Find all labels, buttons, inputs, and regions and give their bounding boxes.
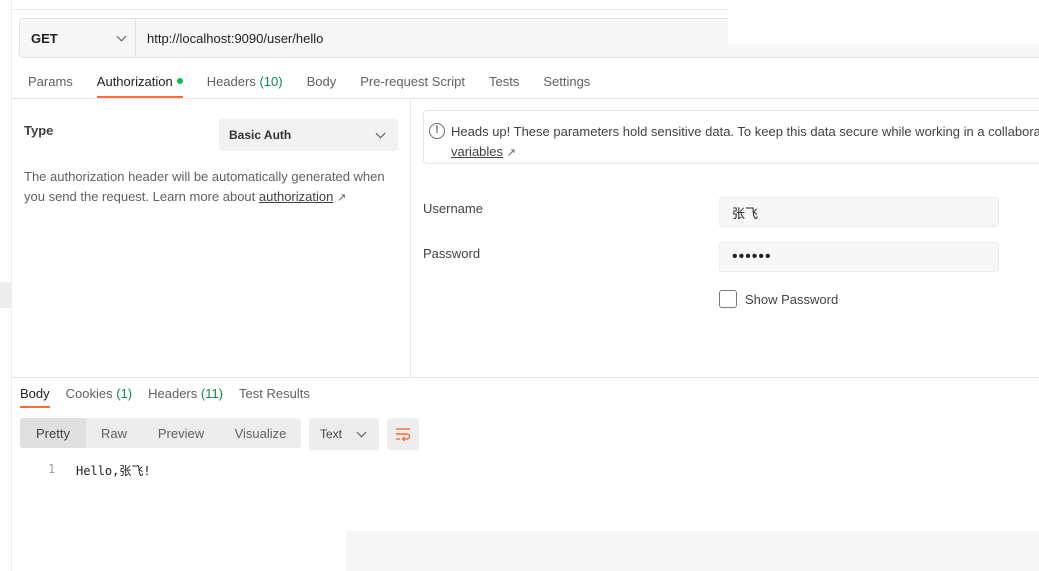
show-password-label[interactable]: Show Password	[745, 292, 838, 307]
view-raw-button[interactable]: Raw	[86, 418, 142, 448]
username-value: 张飞	[732, 205, 759, 221]
tab-label: Pre-request Script	[360, 74, 465, 89]
chevron-down-icon	[356, 427, 367, 437]
tab-label: Headers	[148, 386, 198, 401]
tab-count: (11)	[200, 386, 224, 401]
chevron-down-icon	[116, 31, 127, 41]
tab-label: Test Results	[239, 386, 310, 401]
tab-label: Headers	[206, 74, 256, 89]
view-mode-selector: Pretty Raw Preview Visualize	[20, 418, 301, 448]
auth-type-panel: Type Basic Auth The authorization header…	[12, 99, 411, 377]
tab-pre-request-script[interactable]: Pre-request Script	[360, 74, 465, 98]
username-label: Username	[423, 201, 483, 216]
tab-label: Authorization	[96, 74, 173, 89]
format-value: Text	[320, 427, 343, 441]
tab-label: Tests	[488, 74, 520, 89]
tab-cookies[interactable]: Cookies (1)	[66, 386, 132, 408]
username-field[interactable]: 张飞	[719, 197, 999, 227]
chevron-down-icon	[375, 128, 386, 138]
method-select[interactable]: GET	[20, 19, 136, 57]
tab-label: Body	[20, 386, 50, 401]
external-link-icon: ↗	[506, 147, 516, 159]
line-number: 1	[48, 462, 56, 476]
auth-description: The authorization header will be automat…	[24, 167, 394, 208]
response-body-content: Hello,张飞!	[76, 464, 151, 478]
info-icon: !	[429, 123, 445, 139]
tab-tests[interactable]: Tests	[489, 74, 519, 98]
tab-settings[interactable]: Settings	[543, 74, 590, 98]
left-sidebar-edge	[0, 0, 12, 571]
tab-headers[interactable]: Headers (10)	[207, 74, 283, 98]
tab-body[interactable]: Body	[307, 74, 337, 98]
view-pretty-button[interactable]: Pretty	[20, 418, 86, 448]
password-value: ••••••	[732, 248, 772, 265]
url-input[interactable]: http://localhost:9090/user/hello	[136, 31, 323, 46]
authorization-link[interactable]: authorization	[259, 189, 333, 204]
tab-test-results[interactable]: Test Results	[239, 386, 310, 408]
notice-text: Heads up! These parameters hold sensitiv…	[451, 122, 1039, 163]
bottom-panel	[346, 531, 1039, 571]
method-label: GET	[31, 30, 58, 46]
tab-response-body[interactable]: Body	[20, 386, 50, 408]
response-tabs: Body Cookies (1) Headers (11) Test Resul…	[20, 386, 326, 408]
send-area-overlay	[728, 7, 1039, 44]
wrap-lines-button[interactable]	[387, 418, 419, 450]
response-divider	[12, 377, 1039, 378]
tab-label: Params	[28, 74, 73, 89]
tab-response-headers[interactable]: Headers (11)	[148, 386, 223, 408]
sensitive-data-notice: ! Heads up! These parameters hold sensit…	[423, 110, 1039, 164]
external-link-icon: ↗	[336, 192, 347, 204]
tab-params[interactable]: Params	[28, 74, 73, 98]
notice-message: Heads up! These parameters hold sensitiv…	[451, 124, 1039, 139]
auth-type-select[interactable]: Basic Auth	[219, 119, 398, 151]
tab-count: (10)	[259, 74, 283, 89]
variables-link[interactable]: variables	[451, 144, 503, 159]
tab-label: Cookies	[65, 386, 113, 401]
postman-window: GET http://localhost:9090/user/hello Par…	[0, 0, 1039, 571]
tab-authorization[interactable]: Authorization	[96, 74, 183, 98]
sidebar-collapse-handle[interactable]	[0, 282, 12, 308]
tab-label: Settings	[543, 74, 591, 89]
format-select[interactable]: Text	[309, 418, 379, 450]
request-tabs: Params Authorization Headers (10) Body P…	[28, 74, 614, 98]
password-label: Password	[423, 246, 481, 261]
auth-type-value: Basic Auth	[229, 128, 292, 142]
tab-label: Body	[306, 74, 337, 89]
show-password-checkbox[interactable]	[719, 290, 737, 308]
view-preview-button[interactable]: Preview	[142, 418, 220, 448]
wrap-lines-icon	[396, 428, 411, 441]
active-indicator-dot	[176, 78, 183, 84]
auth-type-label: Type	[24, 123, 54, 138]
password-field[interactable]: ••••••	[719, 242, 999, 272]
tab-count: (1)	[116, 386, 133, 401]
view-visualize-button[interactable]: Visualize	[220, 418, 301, 448]
